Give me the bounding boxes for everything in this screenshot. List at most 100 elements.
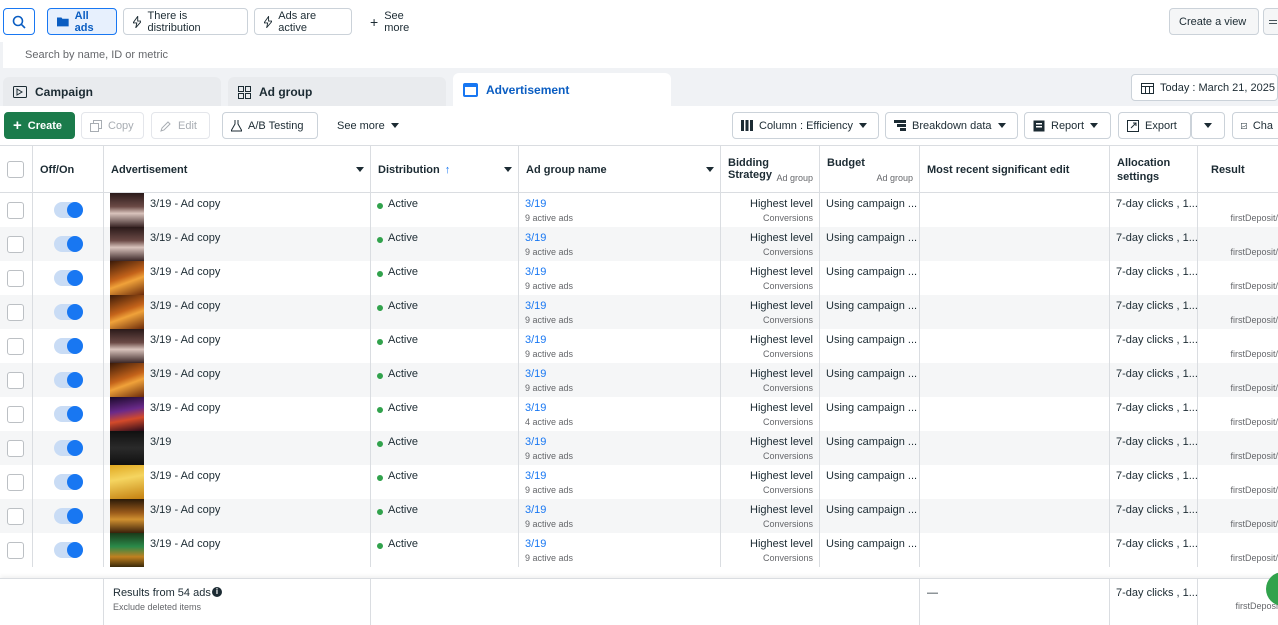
on-off-toggle[interactable] [54, 406, 83, 422]
tab-ad-group[interactable]: Ad group [228, 77, 446, 107]
row-checkbox[interactable] [7, 372, 24, 389]
header-distribution[interactable]: Distribution ↑ [371, 146, 519, 193]
header-budget[interactable]: Budget Ad group [820, 146, 920, 193]
ads-active-filter-label: Ads are active [278, 9, 317, 34]
table-row[interactable]: 3/19 - Ad copy Active 3/19 9 active ads High… [0, 295, 1278, 329]
header-recent-edit[interactable]: Most recent significant edit [920, 146, 1110, 193]
row-checkbox[interactable] [7, 440, 24, 457]
create-label: Create [27, 119, 63, 132]
ad-group-link[interactable]: 3/19 [525, 436, 546, 448]
breakdown-button[interactable]: Breakdown data [885, 112, 1018, 139]
on-off-toggle[interactable] [54, 474, 83, 490]
on-off-toggle[interactable] [54, 372, 83, 388]
tab-advertisement[interactable]: Advertisement [453, 73, 671, 107]
select-all-checkbox[interactable] [7, 161, 24, 178]
view-options-button[interactable] [1263, 8, 1278, 35]
ad-group-link[interactable]: 3/19 [525, 266, 546, 278]
on-off-toggle[interactable] [54, 542, 83, 558]
table-row[interactable]: 3/19 - Ad copy Active 3/19 9 active ads High… [0, 227, 1278, 261]
header-advertisement[interactable]: Advertisement [104, 146, 371, 193]
row-checkbox[interactable] [7, 338, 24, 355]
ad-group-link[interactable]: 3/19 [525, 368, 546, 380]
header-bidding-strategy[interactable]: Bidding Strategy Ad group [721, 146, 820, 193]
header-allocation[interactable]: Allocation settings [1110, 146, 1198, 193]
ad-name[interactable]: 3/19 - Ad copy [150, 334, 220, 346]
table-row[interactable]: 3/19 - Ad copy Active 3/19 9 active ads High… [0, 363, 1278, 397]
ad-name[interactable]: 3/19 - Ad copy [150, 198, 220, 210]
ad-name[interactable]: 3/19 - Ad copy [150, 368, 220, 380]
table-cell [920, 499, 1110, 533]
table-row[interactable]: 3/19 Active 3/19 9 active ads Highest level C… [0, 431, 1278, 465]
on-off-toggle[interactable] [54, 236, 83, 252]
chevron-down-icon[interactable] [356, 167, 364, 172]
see-more-actions[interactable]: See more [328, 112, 408, 139]
ad-name[interactable]: 3/19 - Ad copy [150, 538, 220, 550]
header-off-on[interactable]: Off/On [33, 146, 104, 193]
status-dot [377, 475, 383, 481]
table-row[interactable]: 3/19 - Ad copy Active 3/19 4 active ads High… [0, 397, 1278, 431]
on-off-toggle[interactable] [54, 508, 83, 524]
see-more-filters[interactable]: + See more [360, 8, 440, 35]
create-view-button[interactable]: Create a view [1169, 8, 1259, 35]
on-off-toggle[interactable] [54, 270, 83, 286]
ad-name[interactable]: 3/19 [150, 436, 171, 448]
tab-campaign[interactable]: Campaign [3, 77, 221, 107]
ad-name[interactable]: 3/19 - Ad copy [150, 504, 220, 516]
search-input[interactable] [3, 42, 1278, 68]
ad-group-link[interactable]: 3/19 [525, 232, 546, 244]
on-off-toggle[interactable] [54, 304, 83, 320]
on-off-toggle[interactable] [54, 338, 83, 354]
table-row[interactable]: 3/19 - Ad copy Active 3/19 9 active ads High… [0, 193, 1278, 227]
ads-active-filter[interactable]: Ads are active [254, 8, 352, 35]
ad-group-link[interactable]: 3/19 [525, 504, 546, 516]
on-off-toggle[interactable] [54, 202, 83, 218]
create-button[interactable]: + Create [4, 112, 75, 139]
search-button[interactable] [3, 8, 35, 35]
chart-button[interactable]: Cha [1232, 112, 1278, 139]
distribution-filter[interactable]: There is distribution [123, 8, 248, 35]
row-checkbox[interactable] [7, 474, 24, 491]
export-dropdown[interactable] [1191, 112, 1225, 139]
table-row[interactable]: 3/19 - Ad copy Active 3/19 9 active ads High… [0, 329, 1278, 363]
table-row[interactable]: 3/19 - Ad copy Active 3/19 9 active ads High… [0, 499, 1278, 533]
ad-name[interactable]: 3/19 - Ad copy [150, 232, 220, 244]
bidding-sub: Conversions [762, 213, 813, 223]
copy-button[interactable]: Copy [81, 112, 144, 139]
row-checkbox[interactable] [7, 304, 24, 321]
chevron-down-icon[interactable] [706, 167, 714, 172]
row-checkbox[interactable] [7, 202, 24, 219]
ad-group-link[interactable]: 3/19 [525, 334, 546, 346]
export-button[interactable]: Export [1118, 112, 1191, 139]
header-ad-group-name[interactable]: Ad group name [519, 146, 721, 193]
ad-name[interactable]: 3/19 - Ad copy [150, 300, 220, 312]
ad-name[interactable]: 3/19 - Ad copy [150, 470, 220, 482]
chevron-down-icon[interactable] [504, 167, 512, 172]
table-row[interactable]: 3/19 - Ad copy Active 3/19 9 active ads High… [0, 533, 1278, 567]
column-selector[interactable]: Column : Efficiency [732, 112, 879, 139]
ad-group-link[interactable]: 3/19 [525, 198, 546, 210]
all-ads-filter[interactable]: All ads [47, 8, 117, 35]
ad-group-link[interactable]: 3/19 [525, 300, 546, 312]
on-off-toggle[interactable] [54, 440, 83, 456]
table-cell: Using campaign ... [820, 465, 920, 499]
date-range-picker[interactable]: Today : March 21, 2025 [1131, 74, 1278, 101]
report-button[interactable]: Report [1024, 112, 1111, 139]
edit-button[interactable]: Edit [151, 112, 210, 139]
ad-name[interactable]: 3/19 - Ad copy [150, 402, 220, 414]
ad-name[interactable]: 3/19 - Ad copy [150, 266, 220, 278]
table-row[interactable]: 3/19 - Ad copy Active 3/19 9 active ads High… [0, 261, 1278, 295]
ad-group-link[interactable]: 3/19 [525, 470, 546, 482]
ab-testing-button[interactable]: A/B Testing [222, 112, 318, 139]
row-checkbox[interactable] [7, 542, 24, 559]
header-result[interactable]: Result [1198, 146, 1278, 193]
table-cell: Highest level Conversions [721, 397, 820, 431]
row-checkbox[interactable] [7, 270, 24, 287]
table-row[interactable]: 3/19 - Ad copy Active 3/19 9 active ads High… [0, 465, 1278, 499]
row-checkbox[interactable] [7, 406, 24, 423]
distribution-status: Active [388, 266, 418, 278]
row-checkbox[interactable] [7, 236, 24, 253]
info-icon[interactable]: i [212, 587, 222, 597]
row-checkbox[interactable] [7, 508, 24, 525]
ad-group-link[interactable]: 3/19 [525, 402, 546, 414]
ad-group-link[interactable]: 3/19 [525, 538, 546, 550]
